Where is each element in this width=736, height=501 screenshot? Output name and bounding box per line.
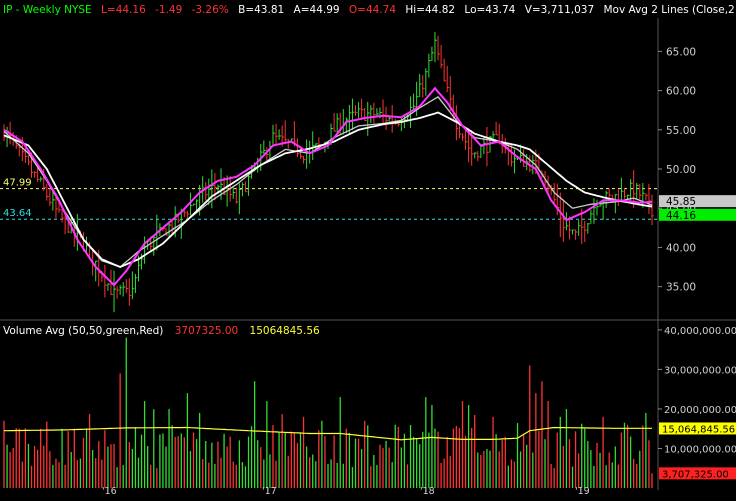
chart-svg: 47.9943.64 65.0060.0055.0050.0045.0040.0… bbox=[0, 0, 736, 497]
vol-avg-label: 15,064,845.56 bbox=[662, 424, 735, 435]
cyan-ref-label: 43.64 bbox=[3, 208, 32, 219]
price-tick-label: 60.00 bbox=[666, 86, 696, 98]
volume-tick-label: 10,000,000.00 bbox=[664, 444, 736, 455]
header-low: Lo=43.74 bbox=[464, 4, 515, 16]
price-header: IP - Weekly NYSE L=44.16 -1.49 -3.26% B=… bbox=[3, 4, 736, 16]
volume-header: Volume Avg (50,50,green,Red) 3707325.00 … bbox=[3, 325, 320, 337]
stock-chart: 47.9943.64 65.0060.0055.0050.0045.0040.0… bbox=[0, 0, 736, 497]
ma-value-label: 45.85 bbox=[666, 196, 696, 208]
volume-header-label: Volume Avg (50,50,green,Red) bbox=[3, 325, 163, 337]
price-tick-label: 40.00 bbox=[666, 242, 696, 254]
price-tick-label: 50.00 bbox=[666, 164, 696, 176]
price-tick-label: 55.00 bbox=[666, 125, 696, 137]
volume-tick-label: 20,000,000.00 bbox=[664, 405, 736, 416]
x-tick-label: '19 bbox=[575, 486, 590, 496]
volume-tick-label: 30,000,000.00 bbox=[664, 365, 736, 376]
volume-header-value1: 3707325.00 bbox=[175, 325, 238, 337]
header-change-pct: -3.26% bbox=[192, 4, 229, 16]
header-symbol: IP - Weekly NYSE bbox=[3, 4, 92, 16]
header-last: L=44.16 bbox=[101, 4, 146, 16]
volume-header-value2: 15064845.56 bbox=[250, 325, 320, 337]
price-tick-label: 35.00 bbox=[666, 282, 696, 294]
header-high: Hi=44.82 bbox=[405, 4, 455, 16]
header-bid: B=43.81 bbox=[238, 4, 284, 16]
header-volume: V=3,711,037 bbox=[525, 4, 594, 16]
volume-tick-label: 40,000,000.00 bbox=[664, 326, 736, 337]
header-open: O=44.74 bbox=[349, 4, 396, 16]
yellow-ref-label: 47.99 bbox=[3, 178, 32, 189]
x-tick-label: '18 bbox=[420, 486, 435, 496]
vol-last-label: 3,707,325.00 bbox=[662, 469, 729, 480]
price-tick-label: 65.00 bbox=[666, 46, 696, 58]
header-mov-avg: Mov Avg 2 Lines (Close,2 ... bbox=[603, 4, 736, 16]
header-change: -1.49 bbox=[155, 4, 182, 16]
header-ask: A=44.99 bbox=[294, 4, 340, 16]
x-tick-label: '17 bbox=[262, 486, 277, 496]
last-price-label: 44.16 bbox=[666, 210, 696, 222]
x-tick-label: '16 bbox=[102, 486, 117, 496]
